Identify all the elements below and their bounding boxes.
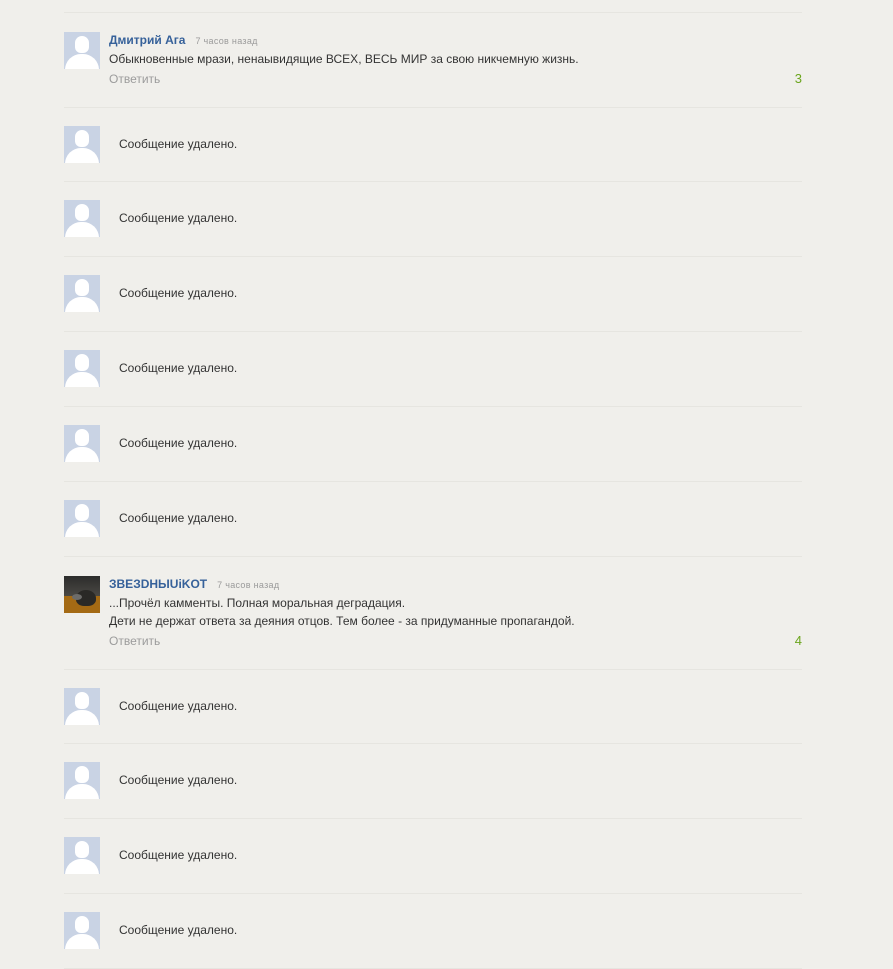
deleted-comment: Сообщение удалено. [64,744,802,819]
deleted-comment: Сообщение удалено. [64,819,802,894]
reply-button[interactable]: Ответить [109,634,160,648]
user-silhouette-icon [75,429,89,446]
deleted-comment: Сообщение удалено. [64,670,802,744]
comment-text-line: ...Прочёл камменты. Полная моральная дег… [109,596,406,610]
deleted-message: Сообщение удалено. [119,699,238,713]
comment-text: ...Прочёл камменты. Полная моральная дег… [109,594,575,630]
author-link[interactable]: Дмитрий Ага [109,33,185,47]
avatar [64,126,100,163]
deleted-message: Сообщение удалено. [119,436,238,450]
user-silhouette-icon [75,36,89,53]
deleted-comment: Сообщение удалено. [64,332,802,407]
avatar [64,425,100,462]
deleted-message: Сообщение удалено. [119,137,238,151]
deleted-comment: Сообщение удалено. [64,182,802,257]
comment-time: 7 часов назад [195,36,258,46]
user-silhouette-icon [75,504,89,521]
comment-meta: Дмитрий Ага 7 часов назад [109,31,258,49]
deleted-comment: Сообщение удалено. [64,257,802,332]
user-silhouette-icon [75,354,89,371]
deleted-message: Сообщение удалено. [119,211,238,225]
deleted-message: Сообщение удалено. [119,286,238,300]
comment-time: 7 часов назад [217,580,280,590]
comment-rating: 4 [794,633,802,648]
user-silhouette-icon [75,916,89,933]
user-silhouette-icon [75,130,89,147]
deleted-message: Сообщение удалено. [119,773,238,787]
comment-text-line: Обыкновенные мрази, ненаывидящие ВСЕХ, В… [109,52,579,66]
avatar[interactable] [64,576,100,613]
comment-text: Обыкновенные мрази, ненаывидящие ВСЕХ, В… [109,50,579,68]
avatar [64,350,100,387]
avatar [64,275,100,312]
deleted-message: Сообщение удалено. [119,361,238,375]
user-silhouette-icon [75,766,89,783]
user-silhouette-icon [75,692,89,709]
deleted-message: Сообщение удалено. [119,923,238,937]
avatar [64,762,100,799]
comment: ЗВЕЗDHЫUiKOT 7 часов назад ...Прочёл камм… [64,557,802,670]
comment: Дмитрий Ага 7 часов назад Обыкновенные мр… [64,13,802,108]
deleted-comment: Сообщение удалено. [64,407,802,482]
avatar [64,500,100,537]
comment-text-line: Дети не держат ответа за деяния отцов. Т… [109,614,575,628]
reply-button[interactable]: Ответить [109,72,160,86]
user-silhouette-icon [75,279,89,296]
author-link[interactable]: ЗВЕЗDHЫUiKOT [109,577,207,591]
comment-rating: 3 [794,71,802,86]
avatar [64,837,100,874]
comment-meta: ЗВЕЗDHЫUiKOT 7 часов назад [109,575,279,593]
avatar [64,912,100,949]
deleted-message: Сообщение удалено. [119,511,238,525]
deleted-comment: Сообщение удалено. [64,482,802,557]
avatar [64,688,100,725]
deleted-comment: Сообщение удалено. [64,108,802,182]
deleted-comment: Сообщение удалено. [64,894,802,969]
user-silhouette-icon [75,841,89,858]
comment-feed: Дмитрий Ага 7 часов назад Обыкновенные мр… [64,13,802,969]
deleted-message: Сообщение удалено. [119,848,238,862]
user-silhouette-icon [75,204,89,221]
avatar[interactable] [64,32,100,69]
avatar [64,200,100,237]
